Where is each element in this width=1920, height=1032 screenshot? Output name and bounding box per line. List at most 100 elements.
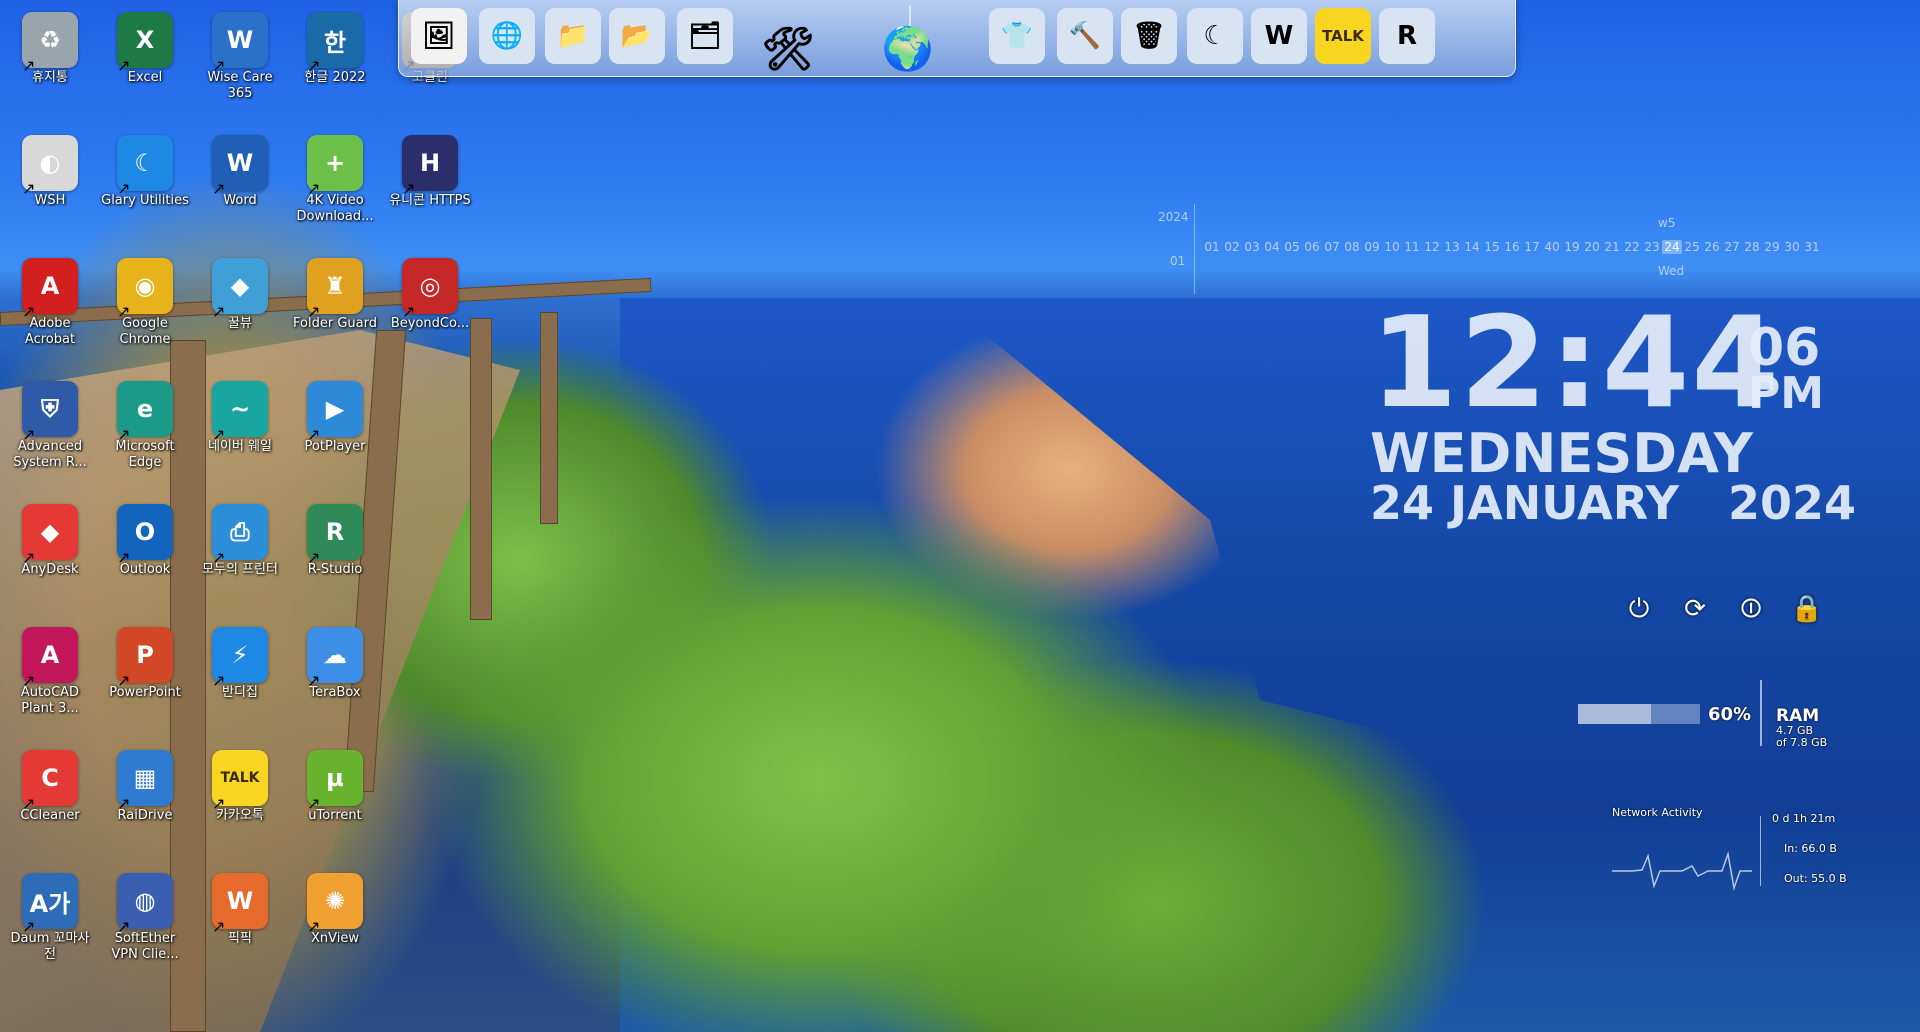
desktop-icon-label: 유니콘 HTTPS bbox=[389, 193, 471, 208]
desktop-icon[interactable]: H ↗ 유니콘 HTTPS bbox=[386, 129, 474, 247]
calendar-divider bbox=[1194, 204, 1195, 294]
desktop-icon-label: WSH bbox=[34, 193, 66, 208]
desktop-icon[interactable]: A ↗ Adobe Acrobat bbox=[6, 252, 94, 370]
desktop-icon[interactable]: R ↗ R-Studio bbox=[291, 498, 379, 616]
calendar-day: 31 bbox=[1804, 240, 1820, 254]
desktop-icon[interactable]: ◆ ↗ AnyDesk bbox=[6, 498, 94, 616]
calendar-day: 23 bbox=[1644, 240, 1660, 254]
shortcut-arrow-icon: ↗ bbox=[212, 56, 226, 75]
desktop-icon[interactable]: ◉ ↗ Google Chrome bbox=[101, 252, 189, 370]
desktop-icon[interactable]: + ↗ 4K Video Download... bbox=[291, 129, 379, 247]
desktop-icon[interactable]: C ↗ CCleaner bbox=[6, 744, 94, 862]
desktop-icon[interactable]: ◆ ↗ 꿀뷰 bbox=[196, 252, 284, 370]
shortcut-arrow-icon: ↗ bbox=[307, 179, 321, 198]
tshirt-icon[interactable]: 👕 bbox=[989, 8, 1045, 64]
tools-icon[interactable]: 🛠 bbox=[749, 10, 827, 88]
desktop-icon[interactable]: P ↗ PowerPoint bbox=[101, 621, 189, 739]
desktop-icon[interactable]: ⚡ ↗ 반디집 bbox=[196, 621, 284, 739]
desktop-icon[interactable]: ☁ ↗ TeraBox bbox=[291, 621, 379, 739]
shortcut-arrow-icon: ↗ bbox=[307, 794, 321, 813]
desktop-icon[interactable]: µ ↗ uTorrent bbox=[291, 744, 379, 862]
folder-green-icon[interactable]: 📂 bbox=[609, 8, 665, 64]
desktop-icon[interactable]: W ↗ Word bbox=[196, 129, 284, 247]
recycle-bin-icon[interactable]: 🗑 bbox=[1121, 8, 1177, 64]
calendar-days: 01 02 03 04 05 06 07 08 09 10 11 12 13 14 15 16 17 40 19 20… bbox=[1202, 240, 1822, 254]
folder-open-icon[interactable]: 🗂 bbox=[677, 8, 733, 64]
desktop-icon[interactable]: ▶ ↗ PotPlayer bbox=[291, 375, 379, 493]
desktop-icon[interactable]: A가 ↗ Daum 꼬마사전 bbox=[6, 867, 94, 985]
shortcut-arrow-icon: ↗ bbox=[117, 302, 131, 321]
desktop-icon[interactable]: ~ ↗ 네이버 웨일 bbox=[196, 375, 284, 493]
calendar-day: 01 bbox=[1204, 240, 1220, 254]
desktop-icon-label: CCleaner bbox=[20, 808, 80, 823]
shortcut-arrow-icon: ↗ bbox=[402, 179, 416, 198]
desktop-icon[interactable]: A ↗ AutoCAD Plant 3... bbox=[6, 621, 94, 739]
calendar-week: w5 bbox=[1658, 216, 1676, 230]
hammer-icon[interactable]: 🔨 bbox=[1057, 8, 1113, 64]
shortcut-arrow-icon: ↗ bbox=[117, 425, 131, 444]
desktop-icon[interactable]: ♜ ↗ Folder Guard bbox=[291, 252, 379, 370]
desktop-icon[interactable]: 한 ↗ 한글 2022 bbox=[291, 6, 379, 124]
shortcut-arrow-icon: ↗ bbox=[212, 548, 226, 567]
desktop-icon[interactable]: ◎ ↗ BeyondCo... bbox=[386, 252, 474, 370]
calendar-day: 26 bbox=[1704, 240, 1720, 254]
ram-divider bbox=[1760, 680, 1762, 746]
calendar-day: 14 bbox=[1464, 240, 1480, 254]
desktop-icon[interactable]: TALK ↗ 카카오톡 bbox=[196, 744, 284, 862]
desktop-icon[interactable]: ⛨ ↗ Advanced System R... bbox=[6, 375, 94, 493]
glary-utilities-icon[interactable]: ☾ bbox=[1187, 8, 1243, 64]
shortcut-arrow-icon: ↗ bbox=[22, 179, 36, 198]
calendar-day: 11 bbox=[1404, 240, 1420, 254]
shortcut-arrow-icon: ↗ bbox=[22, 56, 36, 75]
desktop-icon-label: 반디집 bbox=[222, 685, 258, 700]
desktop-icon-label: Word bbox=[223, 193, 257, 208]
desktop-icon[interactable]: ☾ ↗ Glary Utilities bbox=[101, 129, 189, 247]
wise-care-icon[interactable]: W bbox=[1251, 8, 1307, 64]
network-out: Out: 55.0 B bbox=[1784, 872, 1847, 885]
desktop-icon-label: 휴지통 bbox=[32, 70, 68, 85]
shortcut-arrow-icon: ↗ bbox=[212, 917, 226, 936]
network-globe-icon[interactable]: 🌐 bbox=[479, 8, 535, 64]
desktop-icon-label: 4K Video Download... bbox=[296, 193, 374, 224]
desktop-icon[interactable]: e ↗ Microsoft Edge bbox=[101, 375, 189, 493]
desktop-icon[interactable]: W ↗ Wise Care 365 bbox=[196, 6, 284, 124]
clock-day: WEDNESDAY bbox=[1370, 422, 1753, 485]
logoff-button[interactable]: ⏼ bbox=[1734, 592, 1768, 626]
desktop-icon-label: 네이버 웨일 bbox=[208, 439, 272, 454]
globe-icon[interactable]: 🌍 bbox=[869, 10, 947, 88]
shortcut-arrow-icon: ↗ bbox=[307, 56, 321, 75]
desktop-icon-label: Excel bbox=[127, 70, 163, 85]
kakaotalk-icon[interactable]: TALK bbox=[1315, 8, 1371, 64]
desktop-icon[interactable]: W ↗ 픽픽 bbox=[196, 867, 284, 985]
shortcut-arrow-icon: ↗ bbox=[22, 794, 36, 813]
folder-icon[interactable]: 📁 bbox=[545, 8, 601, 64]
desktop-icon[interactable]: ⎙ ↗ 모두의 프린터 bbox=[196, 498, 284, 616]
desktop-icon-label: Advanced System R... bbox=[13, 439, 87, 470]
calendar-day: 04 bbox=[1264, 240, 1280, 254]
desktop-icon-label: uTorrent bbox=[308, 808, 362, 823]
desktop-icon[interactable]: ✺ ↗ XnView bbox=[291, 867, 379, 985]
desktop-icon[interactable]: ♻ ↗ 휴지통 bbox=[6, 6, 94, 124]
shortcut-arrow-icon: ↗ bbox=[22, 917, 36, 936]
shortcut-arrow-icon: ↗ bbox=[117, 917, 131, 936]
desktop-icon[interactable]: ◍ ↗ SoftEther VPN Clie... bbox=[101, 867, 189, 985]
ram-percent: 60% bbox=[1708, 704, 1752, 725]
lock-button[interactable]: 🔒 bbox=[1790, 592, 1824, 626]
calendar-day: 10 bbox=[1384, 240, 1400, 254]
calendar-day: 03 bbox=[1244, 240, 1260, 254]
network-uptime: 0 d 1h 21m bbox=[1772, 812, 1836, 825]
clock-ampm: PM bbox=[1748, 368, 1825, 419]
desktop-icon[interactable]: ◐ ↗ WSH bbox=[6, 129, 94, 247]
restart-button[interactable]: ⟳ bbox=[1678, 592, 1712, 626]
shortcut-arrow-icon: ↗ bbox=[307, 302, 321, 321]
calendar-day: 29 bbox=[1764, 240, 1780, 254]
r-studio-icon[interactable]: R bbox=[1379, 8, 1435, 64]
desktop-icon-label: 모두의 프린터 bbox=[202, 562, 278, 577]
desktop-icon-label: Glary Utilities bbox=[101, 193, 189, 208]
shortcut-arrow-icon: ↗ bbox=[117, 671, 131, 690]
shutdown-button[interactable]: ⏻ bbox=[1622, 592, 1656, 626]
picture-viewer-icon[interactable]: 🖼 bbox=[411, 8, 467, 64]
desktop-icon[interactable]: ▦ ↗ RaiDrive bbox=[101, 744, 189, 862]
desktop-icon[interactable]: X ↗ Excel bbox=[101, 6, 189, 124]
desktop-icon[interactable]: O ↗ Outlook bbox=[101, 498, 189, 616]
